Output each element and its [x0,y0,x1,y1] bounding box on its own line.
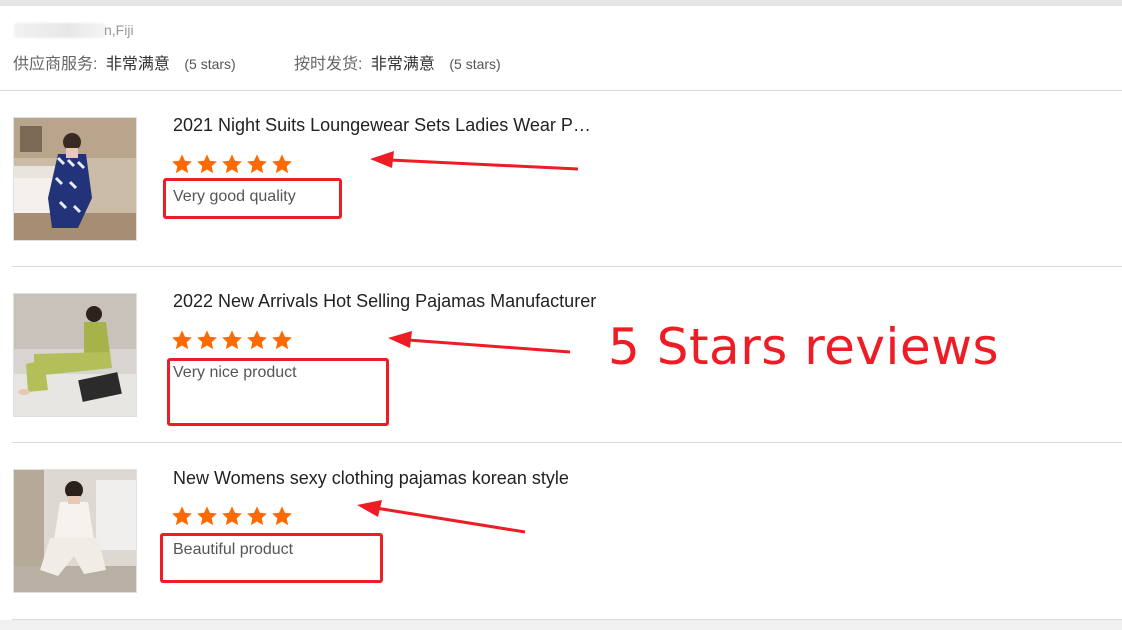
annotation-label: 5 Stars reviews [608,318,1000,376]
annotation-arrows [357,151,579,534]
arrow-head-icon [357,500,382,517]
arrow-head-icon [388,331,412,348]
arrow-head-icon [370,151,394,168]
